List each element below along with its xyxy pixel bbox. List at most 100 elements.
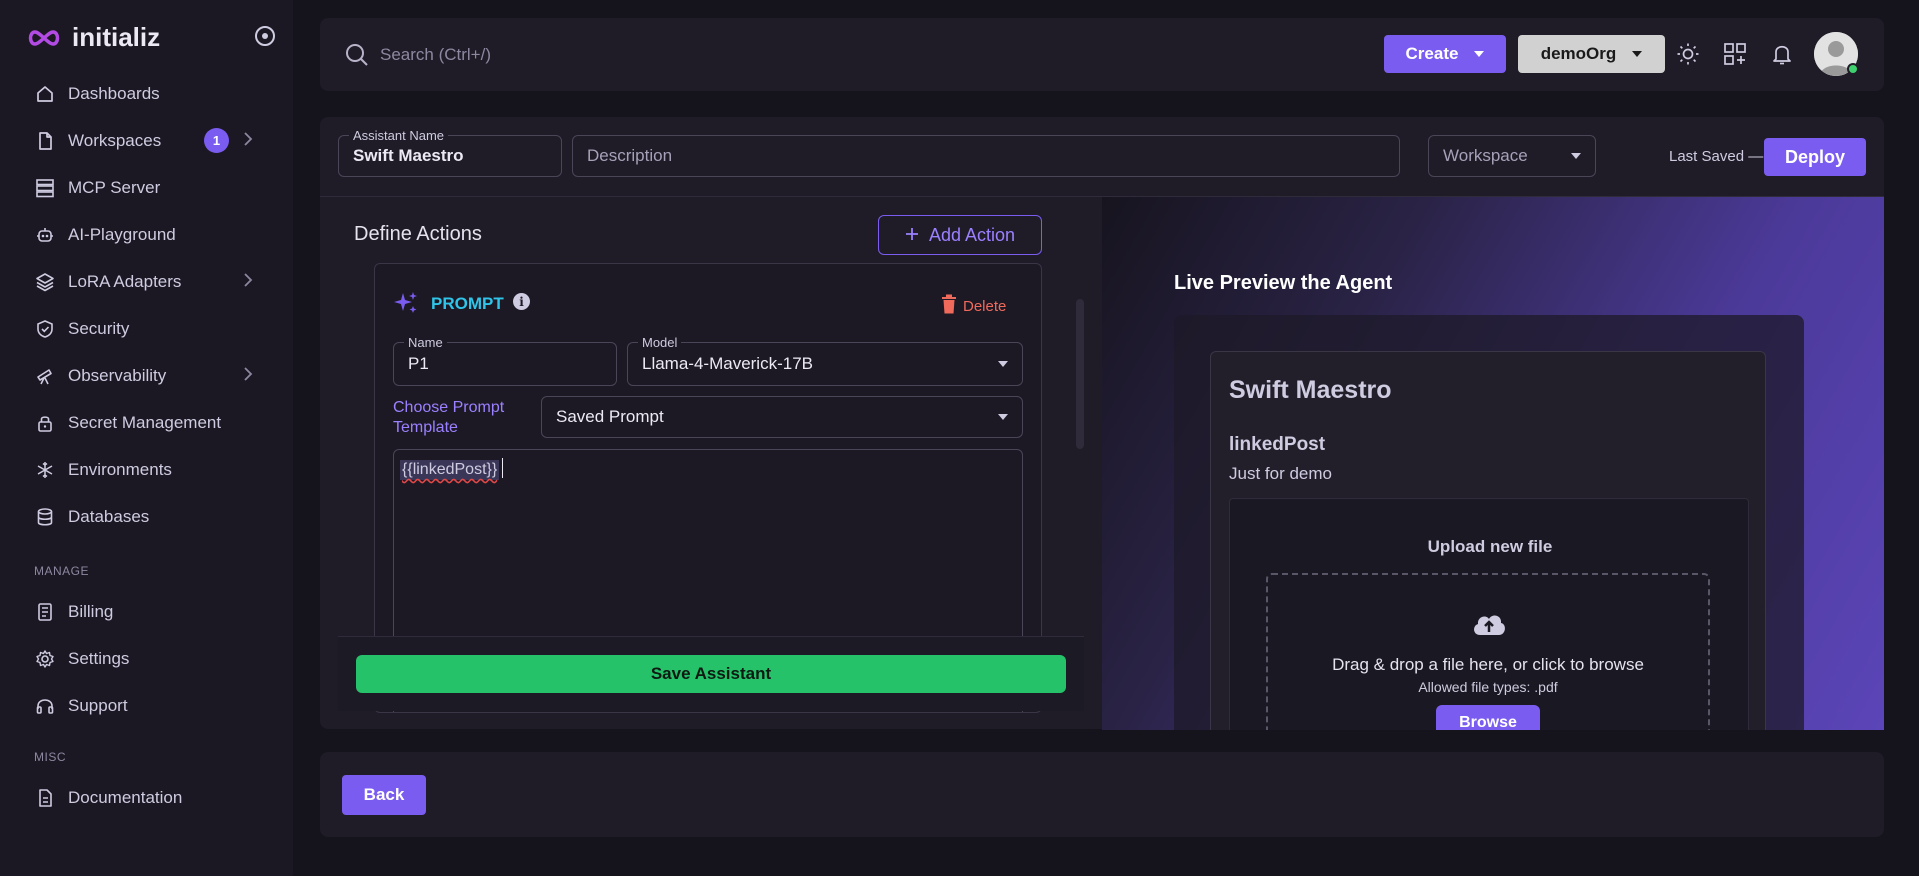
preview-action-description: Just for demo: [1229, 464, 1332, 483]
trash-icon: [941, 294, 957, 318]
sidebar-item-documentation[interactable]: Documentation: [0, 774, 293, 821]
sidebar-item-label: Dashboards: [68, 83, 160, 103]
delete-action-button[interactable]: Delete: [941, 294, 1006, 318]
action-name-field[interactable]: Name: [393, 335, 617, 386]
sidebar-item-label: AI-Playground: [68, 224, 176, 244]
upload-section: Upload new file Drag & drop a file here,…: [1229, 498, 1749, 730]
snowflake-icon: [34, 459, 56, 481]
preview-assistant-name: Swift Maestro: [1229, 376, 1392, 404]
sidebar-item-label: Workspaces: [68, 130, 162, 150]
org-label: demoOrg: [1540, 44, 1617, 63]
description-input[interactable]: [573, 136, 1399, 176]
server-icon: [34, 177, 56, 199]
receipt-icon: [34, 601, 56, 623]
shield-icon: [34, 318, 56, 340]
caret-down-icon: [998, 361, 1008, 367]
org-switcher-button[interactable]: demoOrg: [1518, 35, 1665, 73]
search-input[interactable]: [380, 38, 880, 72]
sidebar-item-secret-management[interactable]: Secret Management: [0, 399, 293, 446]
footer-bar: Back: [320, 752, 1884, 837]
chevron-right-icon: [243, 131, 253, 152]
sidebar-misc-nav: Documentation: [0, 774, 293, 821]
theme-sun-icon[interactable]: [1674, 40, 1702, 68]
deploy-button[interactable]: Deploy: [1764, 138, 1866, 176]
live-preview-panel: Live Preview the Agent Swift Maestro lin…: [1102, 197, 1884, 730]
sidebar-item-support[interactable]: Support: [0, 682, 293, 729]
sidebar-item-environments[interactable]: Environments: [0, 446, 293, 493]
model-label: Model: [638, 335, 682, 350]
assistant-name-label: Assistant Name: [349, 128, 449, 143]
sidebar-item-workspaces[interactable]: Workspaces 1: [0, 117, 293, 164]
sidebar-item-billing[interactable]: Billing: [0, 588, 293, 635]
model-input[interactable]: [628, 343, 1022, 385]
upload-title: Upload new file: [1427, 537, 1553, 556]
sidebar-item-dashboards[interactable]: Dashboards: [0, 70, 293, 117]
prompt-type-label: PROMPT: [431, 294, 504, 313]
file-drop-zone[interactable]: Drag & drop a file here, or click to bro…: [1266, 573, 1710, 730]
chevron-right-icon: [243, 272, 253, 293]
layers-icon: [34, 271, 56, 293]
robot-icon: [34, 224, 56, 246]
sidebar-item-settings[interactable]: Settings: [0, 635, 293, 682]
prompt-template-select[interactable]: [541, 396, 1023, 438]
create-label: Create: [1405, 44, 1459, 63]
sidebar-item-label: LoRA Adapters: [68, 271, 182, 291]
document-icon: [34, 787, 56, 809]
sidebar-item-label: Support: [68, 695, 128, 715]
save-assistant-button[interactable]: Save Assistant: [356, 655, 1066, 693]
sidebar-item-mcp-server[interactable]: MCP Server: [0, 164, 293, 211]
caret-down-icon: [998, 414, 1008, 420]
prompt-template-input[interactable]: [542, 397, 1022, 437]
assistant-editor: Assistant Name Last Saved — Deploy Defin…: [320, 117, 1884, 730]
database-icon: [34, 506, 56, 528]
sidebar-item-databases[interactable]: Databases: [0, 493, 293, 540]
define-actions-title: Define Actions: [354, 223, 482, 245]
brand-name: initializ: [72, 22, 161, 52]
save-bar: Save Assistant: [338, 636, 1084, 711]
live-preview-title: Live Preview the Agent: [1174, 272, 1393, 294]
sidebar-item-ai-playground[interactable]: AI-Playground: [0, 211, 293, 258]
delete-label: Delete: [963, 297, 1007, 315]
online-status-dot: [1847, 63, 1859, 75]
drop-instruction-text: Drag & drop a file here, or click to bro…: [1332, 655, 1644, 674]
sidebar-item-label: Observability: [68, 365, 167, 385]
sidebar-item-observability[interactable]: Observability: [0, 352, 293, 399]
sidebar-toggle-button[interactable]: [255, 26, 275, 46]
sidebar-item-label: Secret Management: [68, 412, 222, 432]
cloud-upload-icon: [1470, 609, 1508, 644]
lock-icon: [34, 412, 56, 434]
model-select[interactable]: Model: [627, 335, 1023, 386]
sidebar: initializ Dashboards Workspaces 1 MCP Se…: [0, 0, 293, 876]
workspace-select[interactable]: [1428, 135, 1596, 177]
sidebar-nav: Dashboards Workspaces 1 MCP Server AI-Pl…: [0, 70, 293, 540]
sidebar-item-label: Databases: [68, 506, 150, 526]
actions-scrollbar[interactable]: [1076, 299, 1084, 449]
headset-icon: [34, 695, 56, 717]
preview-action-name: linkedPost: [1229, 434, 1326, 455]
browse-button[interactable]: Browse: [1436, 705, 1540, 730]
sidebar-manage-nav: Billing Settings Support: [0, 588, 293, 729]
info-icon[interactable]: i: [513, 293, 530, 310]
chevron-right-icon: [243, 366, 253, 387]
infinity-logo-icon: [28, 29, 60, 46]
back-button[interactable]: Back: [342, 775, 426, 815]
action-name-label: Name: [404, 335, 447, 350]
preview-card: Swift Maestro linkedPost Just for demo U…: [1210, 351, 1766, 730]
description-field[interactable]: [572, 135, 1400, 177]
allowed-types-text: Allowed file types: .pdf: [1418, 679, 1558, 695]
sidebar-item-label: Settings: [68, 648, 130, 668]
notification-bell-icon[interactable]: [1768, 40, 1796, 68]
last-saved-text: Last Saved —: [1669, 148, 1764, 165]
sidebar-item-security[interactable]: Security: [0, 305, 293, 352]
brand[interactable]: initializ: [26, 22, 160, 53]
sidebar-item-lora-adapters[interactable]: LoRA Adapters: [0, 258, 293, 305]
assistant-name-field[interactable]: Assistant Name: [338, 128, 562, 177]
sidebar-item-label: Billing: [68, 601, 114, 621]
home-icon: [34, 83, 56, 105]
add-action-button[interactable]: Add Action: [878, 215, 1042, 255]
create-button[interactable]: Create: [1384, 35, 1506, 73]
apps-grid-icon[interactable]: [1721, 40, 1749, 68]
text-cursor: [502, 458, 503, 478]
top-bar: Create demoOrg: [320, 18, 1884, 91]
sidebar-item-label: Security: [68, 318, 130, 338]
